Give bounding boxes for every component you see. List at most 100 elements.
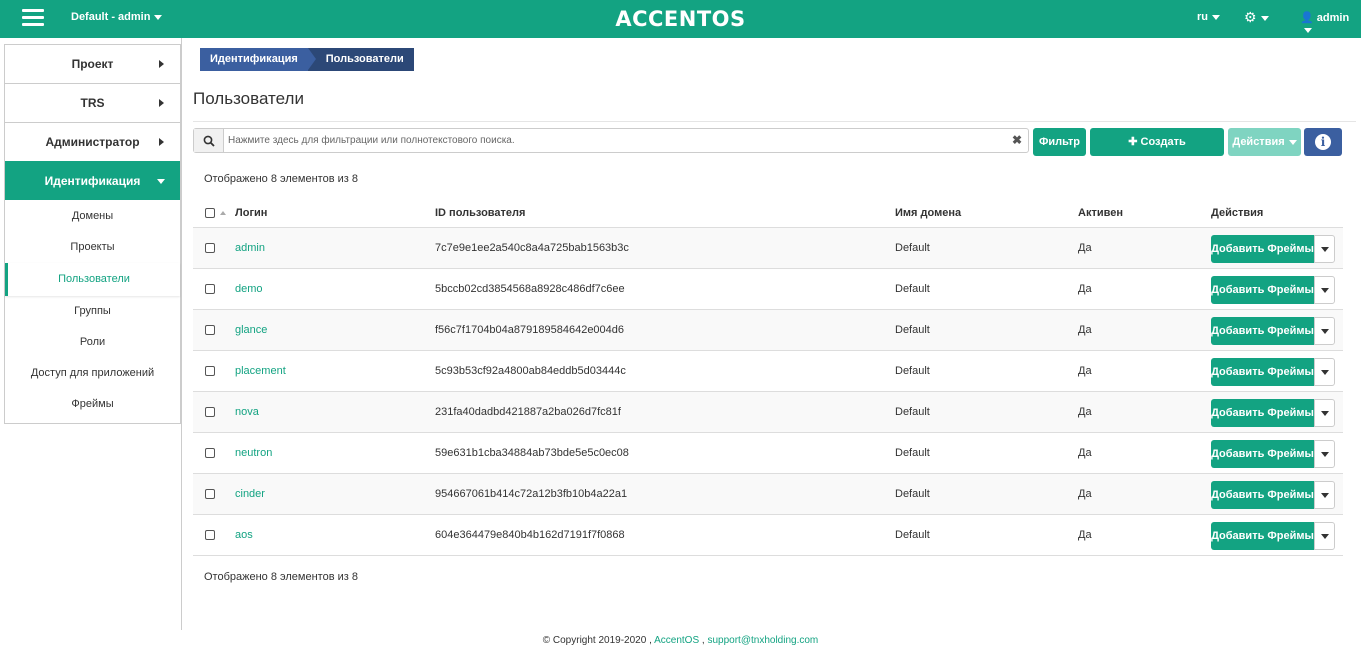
row-actions-dropdown[interactable]	[1314, 481, 1335, 509]
search-input[interactable]	[228, 132, 998, 149]
chevron-down-icon	[1321, 493, 1329, 498]
sidebar-item-projects[interactable]: Проекты	[5, 232, 180, 263]
footer-separator: ,	[701, 635, 705, 646]
chevron-down-icon	[1321, 370, 1329, 375]
add-frames-button[interactable]: Добавить Фреймы	[1211, 317, 1314, 345]
user-domain: Default	[895, 488, 930, 500]
user-menu[interactable]: 👤 admin	[1300, 11, 1361, 36]
search-bar: ✖	[193, 128, 1029, 153]
accentos-link[interactable]: AccentOS	[654, 635, 699, 646]
row-checkbox[interactable]	[205, 489, 215, 499]
sidebar-item-app-credentials[interactable]: Доступ для приложений	[5, 358, 180, 389]
sidebar-group-admin[interactable]: Администратор	[5, 122, 180, 161]
chevron-right-icon	[159, 60, 164, 68]
row-actions-dropdown[interactable]	[1314, 399, 1335, 427]
add-frames-button[interactable]: Добавить Фреймы	[1211, 399, 1314, 427]
user-login-link[interactable]: admin	[235, 228, 265, 268]
header-login[interactable]: Логин	[235, 202, 267, 224]
row-checkbox[interactable]	[205, 530, 215, 540]
user-active: Да	[1078, 324, 1092, 336]
sort-icon[interactable]	[220, 211, 226, 215]
row-checkbox[interactable]	[205, 366, 215, 376]
add-frames-button[interactable]: Добавить Фреймы	[1211, 235, 1314, 263]
support-email-link[interactable]: support@tnxholding.com	[707, 635, 818, 646]
row-checkbox[interactable]	[205, 407, 215, 417]
user-active: Да	[1078, 242, 1092, 254]
sidebar-item-domains[interactable]: Домены	[5, 201, 180, 232]
row-checkbox[interactable]	[205, 243, 215, 253]
row-actions-dropdown[interactable]	[1314, 235, 1335, 263]
sidebar-item-frames[interactable]: Фреймы	[5, 389, 180, 420]
user-login-link[interactable]: neutron	[235, 433, 272, 473]
plus-icon: ✚	[1128, 136, 1138, 148]
chevron-right-icon	[159, 99, 164, 107]
settings-menu[interactable]: ⚙	[1244, 9, 1269, 26]
items-count-top: Отображено 8 элементов из 8	[204, 173, 358, 185]
user-login-link[interactable]: cinder	[235, 474, 265, 514]
language-selector[interactable]: ru	[1197, 11, 1220, 23]
row-actions-dropdown[interactable]	[1314, 276, 1335, 304]
user-login-link[interactable]: placement	[235, 351, 286, 391]
sidebar-group-label: Проект	[71, 57, 114, 71]
user-id: 604e364479e840b4b162d7191f7f0868	[435, 529, 625, 541]
user-active: Да	[1078, 488, 1092, 500]
chevron-down-icon	[1321, 411, 1329, 416]
user-domain: Default	[895, 242, 930, 254]
sidebar-group-label: Администратор	[45, 135, 140, 149]
create-user-button[interactable]: ✚ Создать пользователя	[1090, 128, 1224, 176]
row-actions-dropdown[interactable]	[1314, 358, 1335, 386]
user-login-link[interactable]: demo	[235, 269, 263, 309]
search-icon[interactable]	[194, 129, 224, 152]
breadcrumb-identity[interactable]: Идентификация	[200, 48, 316, 71]
select-all-checkbox[interactable]	[205, 208, 215, 218]
header-user-id[interactable]: ID пользователя	[435, 202, 525, 224]
user-domain: Default	[895, 365, 930, 377]
user-id: 231fa40dadbd421887a2ba026d7fc81f	[435, 406, 621, 418]
table-row: neutron 59e631b1cba34884ab73bde5e5c0ec08 D…	[193, 433, 1343, 474]
sidebar-group-trs[interactable]: TRS	[5, 83, 180, 122]
table-row: admin 7c7e9e1ee2a540c8a4a725bab1563b3c Def…	[193, 228, 1343, 269]
chevron-down-icon	[1321, 288, 1329, 293]
row-actions-dropdown[interactable]	[1314, 440, 1335, 468]
add-frames-button[interactable]: Добавить Фреймы	[1211, 481, 1314, 509]
row-actions-dropdown[interactable]	[1314, 317, 1335, 345]
row-actions-dropdown[interactable]	[1314, 522, 1335, 550]
user-login-link[interactable]: glance	[235, 310, 267, 350]
header-domain[interactable]: Имя домена	[895, 202, 961, 224]
sidebar-group-identity[interactable]: Идентификация	[5, 161, 180, 200]
add-frames-button[interactable]: Добавить Фреймы	[1211, 358, 1314, 386]
filter-button[interactable]: Фильтр	[1033, 128, 1086, 156]
chevron-down-icon	[1212, 14, 1220, 20]
sidebar-item-roles[interactable]: Роли	[5, 327, 180, 358]
gear-icon: ⚙	[1244, 9, 1257, 25]
add-frames-button[interactable]: Добавить Фреймы	[1211, 276, 1314, 304]
sidebar-item-users[interactable]: Пользователи	[5, 263, 180, 296]
header-active[interactable]: Активен	[1078, 202, 1123, 224]
row-checkbox[interactable]	[205, 325, 215, 335]
sidebar-item-groups[interactable]: Группы	[5, 296, 180, 327]
user-icon: 👤	[1300, 12, 1314, 24]
user-id: 954667061b414c72a12b3fb10b4a22a1	[435, 488, 628, 500]
sidebar-group-project[interactable]: Проект	[5, 44, 180, 83]
chevron-down-icon	[157, 179, 165, 184]
add-frames-button[interactable]: Добавить Фреймы	[1211, 440, 1314, 468]
row-checkbox[interactable]	[205, 448, 215, 458]
row-checkbox[interactable]	[205, 284, 215, 294]
copyright-text: © Copyright 2019-2020 ,	[542, 635, 652, 646]
clear-icon[interactable]: ✖	[1012, 133, 1022, 147]
user-login-link[interactable]: nova	[235, 392, 259, 432]
add-frames-button[interactable]: Добавить Фреймы	[1211, 522, 1314, 550]
actions-dropdown-button[interactable]: Действия	[1228, 128, 1301, 156]
brand-logo: ACCENTOS	[615, 7, 746, 31]
user-domain: Default	[895, 447, 930, 459]
chevron-down-icon	[1288, 139, 1297, 145]
chevron-down-icon	[1321, 534, 1329, 539]
user-login-link[interactable]: aos	[235, 515, 253, 555]
info-button[interactable]: i	[1304, 128, 1342, 156]
language-label: ru	[1197, 11, 1208, 23]
user-domain: Default	[895, 529, 930, 541]
chevron-down-icon	[1321, 329, 1329, 334]
table-row: nova 231fa40dadbd421887a2ba026d7fc81f Defa…	[193, 392, 1343, 433]
header-actions: Действия	[1211, 207, 1264, 219]
chevron-right-icon	[159, 138, 164, 146]
